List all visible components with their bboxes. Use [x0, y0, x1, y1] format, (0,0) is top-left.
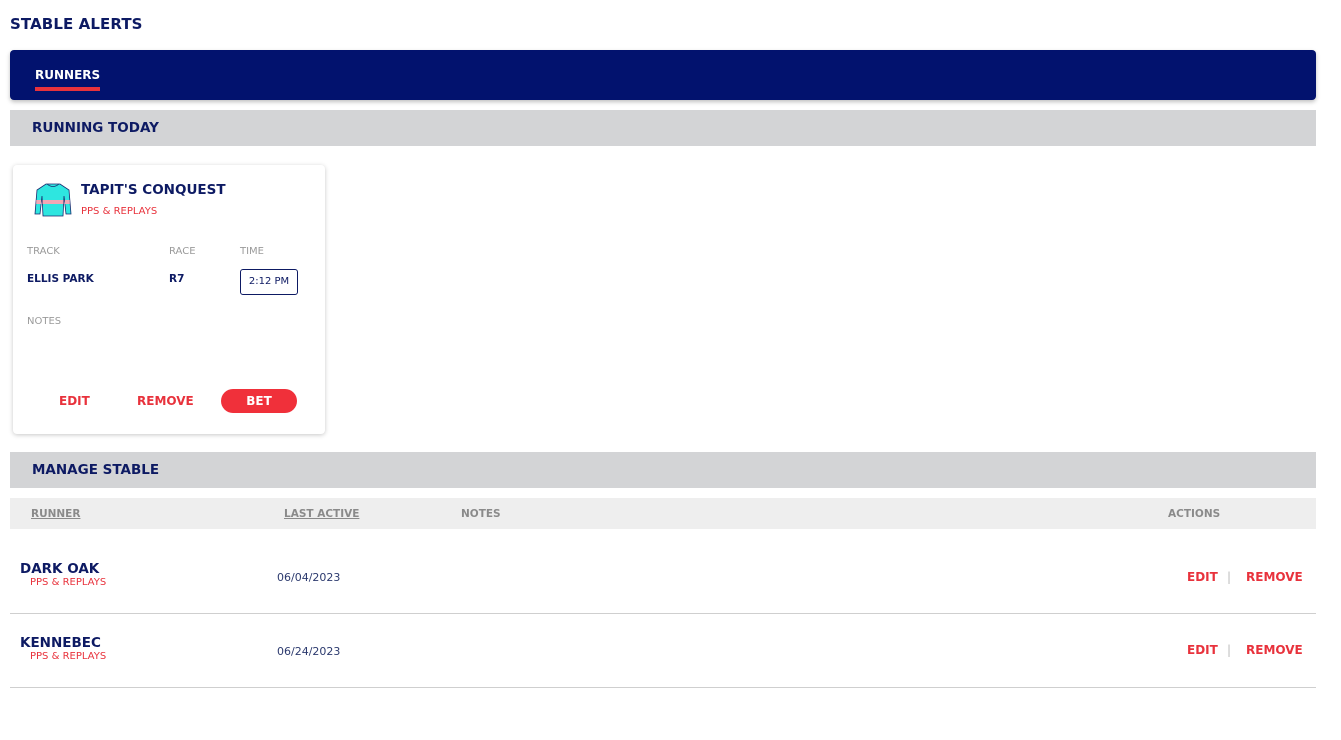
- tab-runners[interactable]: RUNNERS: [35, 68, 101, 91]
- table-row: KENNEBEC PPS & REPLAYS 06/24/2023 EDIT |…: [10, 614, 1316, 688]
- notes-label: NOTES: [27, 316, 62, 327]
- post-time-badge: 2:12 PM: [240, 269, 298, 295]
- track-value: ELLIS PARK: [27, 273, 94, 285]
- runner-name: KENNEBEC: [20, 635, 101, 651]
- action-separator: |: [1227, 643, 1232, 657]
- edit-button[interactable]: EDIT: [59, 394, 90, 408]
- action-separator: |: [1227, 570, 1232, 584]
- bet-button[interactable]: BET: [221, 389, 297, 413]
- section-title: RUNNING TODAY: [32, 120, 159, 136]
- horse-name: TAPIT'S CONQUEST: [81, 182, 226, 198]
- remove-button[interactable]: REMOVE: [137, 394, 194, 408]
- column-header-last-active[interactable]: LAST ACTIVE: [284, 508, 359, 520]
- table-header: RUNNER LAST ACTIVE NOTES ACTIONS: [10, 498, 1316, 529]
- remove-button[interactable]: REMOVE: [1246, 570, 1303, 584]
- remove-button[interactable]: REMOVE: [1246, 643, 1303, 657]
- edit-button[interactable]: EDIT: [1187, 570, 1218, 584]
- column-header-notes: NOTES: [461, 508, 501, 520]
- last-active-date: 06/24/2023: [277, 645, 341, 658]
- manage-stable-header: MANAGE STABLE: [10, 452, 1316, 488]
- tab-bar: RUNNERS: [10, 50, 1316, 100]
- column-header-runner[interactable]: RUNNER: [31, 508, 80, 520]
- column-header-actions: ACTIONS: [1168, 508, 1221, 520]
- table-row: DARK OAK PPS & REPLAYS 06/04/2023 EDIT |…: [10, 540, 1316, 614]
- time-label: TIME: [240, 246, 265, 257]
- track-label: TRACK: [27, 246, 60, 257]
- race-label: RACE: [169, 246, 196, 257]
- section-title: MANAGE STABLE: [32, 462, 160, 478]
- last-active-date: 06/04/2023: [277, 571, 341, 584]
- race-value: R7: [169, 273, 185, 285]
- pps-replays-link[interactable]: PPS & REPLAYS: [30, 577, 106, 588]
- page-title: STABLE ALERTS: [10, 15, 143, 33]
- running-today-header: RUNNING TODAY: [10, 110, 1316, 146]
- runner-name: DARK OAK: [20, 561, 100, 577]
- edit-button[interactable]: EDIT: [1187, 643, 1218, 657]
- runner-card: TAPIT'S CONQUEST PPS & REPLAYS TRACK RAC…: [13, 165, 325, 434]
- pps-replays-link[interactable]: PPS & REPLAYS: [81, 206, 157, 217]
- jockey-silk-icon: [34, 183, 72, 217]
- pps-replays-link[interactable]: PPS & REPLAYS: [30, 651, 106, 662]
